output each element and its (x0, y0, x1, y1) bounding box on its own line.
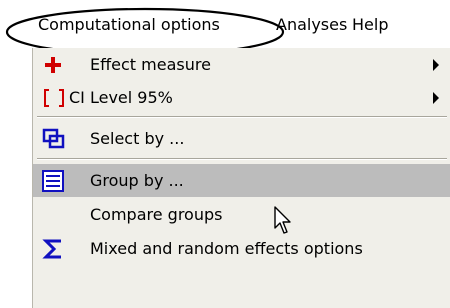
brackets-icon (44, 89, 64, 107)
menu-item-ci-level[interactable]: CI Level 95% (33, 81, 450, 114)
menu-item-mixed-random-effects[interactable]: Mixed and random effects options (33, 232, 450, 265)
computational-options-menu: Effect measure CI Level 95% Select by ..… (32, 48, 450, 308)
menu-item-label: Effect measure (90, 55, 211, 74)
sigma-icon (42, 239, 61, 259)
menu-item-compare-groups[interactable]: Compare groups (33, 198, 450, 231)
select-icon (42, 128, 65, 149)
mouse-cursor-icon (274, 206, 291, 234)
menu-item-label: Mixed and random effects options (90, 239, 363, 258)
menu-item-effect-measure[interactable]: Effect measure (33, 48, 450, 81)
menu-separator (37, 116, 447, 118)
menu-item-label: Compare groups (90, 205, 223, 224)
menu-help[interactable]: Help (352, 15, 388, 34)
menu-item-label: Group by ... (90, 171, 184, 190)
menubar: Computational options Analyses Help (30, 4, 450, 46)
menu-analyses[interactable]: Analyses (276, 15, 347, 34)
menu-item-select-by[interactable]: Select by ... (33, 122, 450, 155)
group-icon (42, 170, 64, 192)
menu-item-label: Select by ... (90, 129, 185, 148)
menu-item-label: CI Level 95% (69, 88, 173, 107)
plus-icon (45, 57, 61, 73)
menu-item-group-by[interactable]: Group by ... (33, 164, 450, 197)
menu-computational-options[interactable]: Computational options (38, 15, 220, 34)
submenu-arrow-icon (433, 92, 439, 104)
submenu-arrow-icon (433, 59, 439, 71)
menu-separator (37, 158, 447, 160)
